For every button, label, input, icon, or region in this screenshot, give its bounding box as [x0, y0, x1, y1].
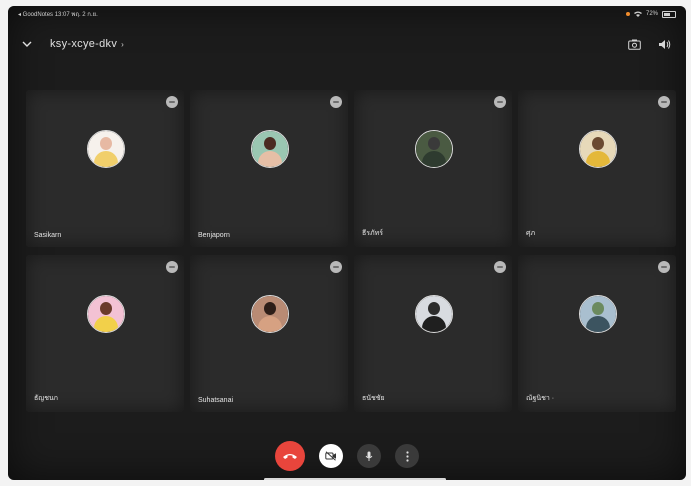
home-indicator[interactable] — [264, 478, 446, 480]
avatar — [251, 130, 289, 168]
switch-camera-icon[interactable] — [626, 36, 642, 52]
microphone-button[interactable] — [357, 444, 381, 468]
participant-tile[interactable]: ศุภ — [518, 90, 676, 247]
participant-name: ธนัชชัย — [362, 395, 385, 402]
participant-name: ธีรภัทร์ — [362, 230, 384, 237]
participant-tile[interactable]: ธนัชชัย — [354, 255, 512, 412]
status-text: ◂ GoodNotes 13:07 พฤ. 2 ก.ย. — [18, 12, 98, 18]
participant-tile[interactable]: ณัฐนิชา · — [518, 255, 676, 412]
meeting-code[interactable]: ksy-xcye-dkv — [50, 38, 117, 50]
status-bar: ◂ GoodNotes 13:07 พฤ. 2 ก.ย. 72% — [8, 6, 686, 22]
meeting-info-caret[interactable]: › — [121, 40, 124, 49]
avatar — [579, 295, 617, 333]
more-options-icon[interactable] — [494, 261, 506, 273]
participant-tile[interactable]: Sasikarn — [26, 90, 184, 247]
participant-name: Suhatsanai — [198, 397, 234, 404]
more-options-icon[interactable] — [330, 96, 342, 108]
participant-tile[interactable]: ธีรภัทร์ — [354, 90, 512, 247]
meet-window: ◂ GoodNotes 13:07 พฤ. 2 ก.ย. 72% ksy-xcy… — [8, 6, 686, 480]
vertical-dots-icon — [405, 450, 409, 462]
camera-off-icon — [325, 451, 336, 461]
battery-percent: 72% — [645, 11, 658, 17]
microphone-icon — [365, 451, 373, 461]
more-options-icon[interactable] — [166, 96, 178, 108]
more-options-icon[interactable] — [330, 261, 342, 273]
more-options-icon[interactable] — [166, 261, 178, 273]
more-options-button[interactable] — [395, 444, 419, 468]
more-options-icon[interactable] — [494, 96, 506, 108]
avatar — [87, 130, 125, 168]
participant-grid: Sasikarn Benjaporn ธีรภัทร์ ศุภ ธัญชนก S… — [26, 90, 684, 420]
avatar — [415, 295, 453, 333]
camera-toggle-button[interactable] — [319, 444, 343, 468]
participant-name: ศุภ — [526, 230, 536, 237]
collapse-chevron-icon[interactable] — [22, 37, 40, 51]
participant-tile[interactable]: ธัญชนก — [26, 255, 184, 412]
recording-dot-icon — [625, 12, 630, 16]
end-call-button[interactable] — [275, 441, 305, 471]
participant-name: Sasikarn — [34, 232, 62, 239]
participant-tile[interactable]: Suhatsanai — [190, 255, 348, 412]
more-options-icon[interactable] — [658, 261, 670, 273]
speaker-icon[interactable] — [656, 36, 672, 52]
battery-icon — [662, 10, 676, 18]
avatar — [415, 130, 453, 168]
participant-name: ณัฐนิชา · — [526, 395, 555, 402]
meeting-header: ksy-xcye-dkv › — [8, 30, 686, 58]
hang-up-icon — [283, 454, 297, 459]
avatar — [87, 295, 125, 333]
avatar — [579, 130, 617, 168]
participant-tile[interactable]: Benjaporn — [190, 90, 348, 247]
more-options-icon[interactable] — [658, 96, 670, 108]
call-controls — [8, 441, 686, 471]
wifi-icon — [633, 11, 642, 17]
participant-name: Benjaporn — [198, 232, 230, 239]
participant-name: ธัญชนก — [34, 395, 59, 402]
avatar — [251, 295, 289, 333]
